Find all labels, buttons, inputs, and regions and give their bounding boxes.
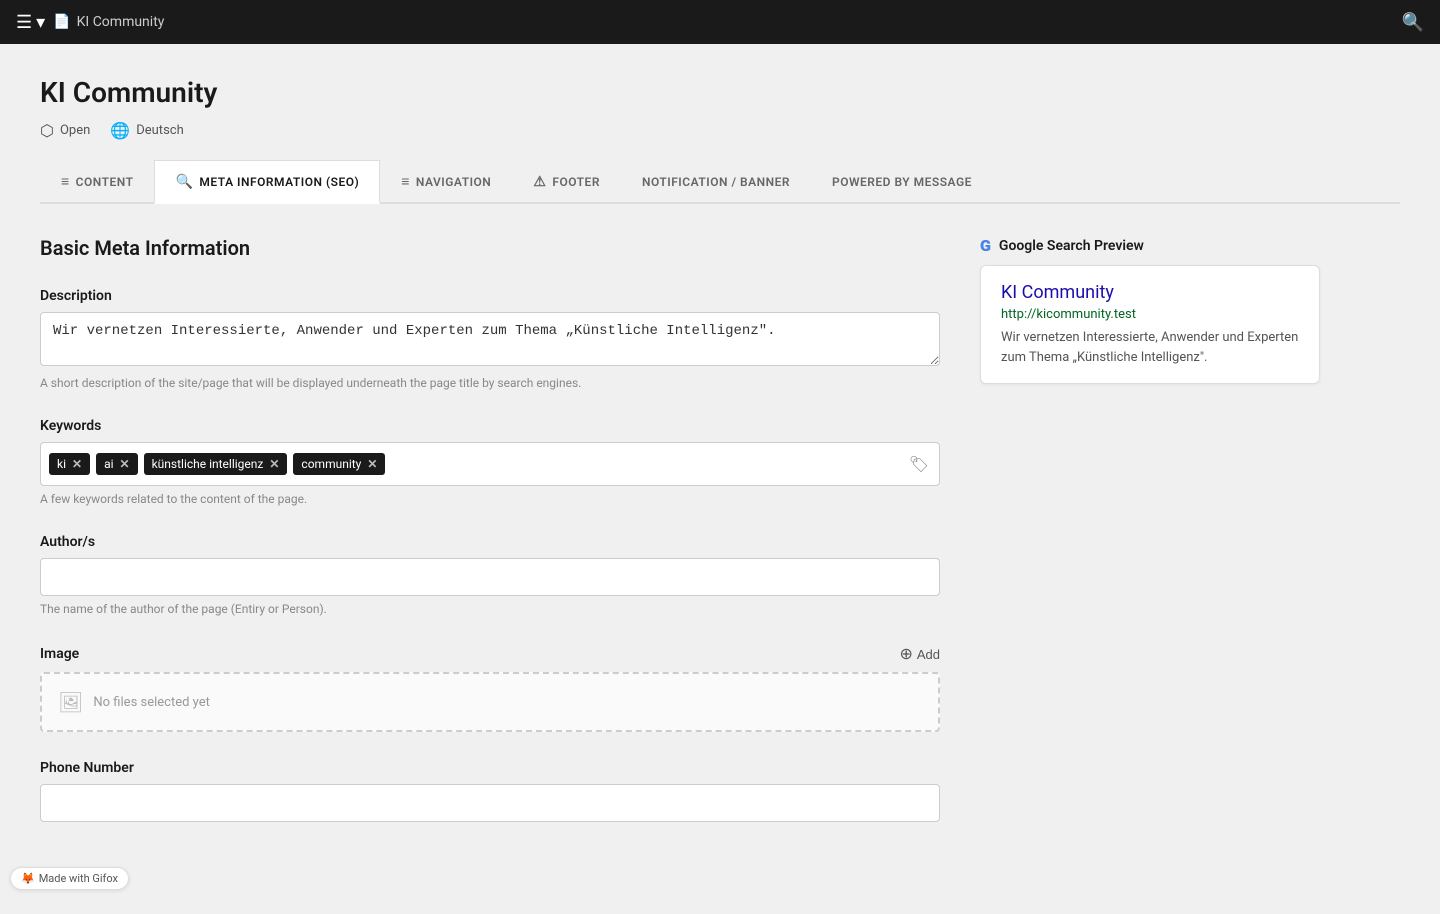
keyword-tag-ki: ki ✕ [49, 453, 90, 475]
remove-kunstliche-button[interactable]: ✕ [269, 457, 279, 471]
google-preview-section: G Google Search Preview KI Community htt… [980, 236, 1320, 850]
globe-icon: 🌐 [110, 121, 130, 140]
google-preview-card: KI Community http://kicommunity.test Wir… [980, 265, 1320, 384]
author-label: Author/s [40, 534, 940, 550]
keywords-container[interactable]: ki ✕ ai ✕ künstliche intelligenz ✕ commu… [40, 442, 940, 486]
gifox-badge: 🦊 Made with Gifox [10, 867, 129, 890]
google-result-url: http://kicommunity.test [1001, 307, 1299, 322]
form-section: Basic Meta Information Description Wir v… [40, 236, 940, 850]
page-title: KI Community [40, 76, 1400, 109]
image-placeholder-icon: 🖼 [58, 690, 83, 714]
menu-button[interactable]: ☰ ▾ [16, 12, 45, 33]
open-status[interactable]: ⬡ Open [40, 121, 90, 140]
no-files-label: No files selected yet [93, 695, 210, 710]
add-label: Add [917, 647, 940, 662]
notification-tab-label: NOTIFICATION / BANNER [642, 175, 790, 189]
tab-content[interactable]: ≡ CONTENT [40, 160, 154, 202]
tab-powered[interactable]: POWERED BY MESSAGE [811, 160, 993, 202]
description-hint: A short description of the site/page tha… [40, 376, 940, 390]
search-button[interactable]: 🔍 [1402, 12, 1424, 33]
keyword-community-text: community [301, 457, 361, 471]
keyword-tag-ai: ai ✕ [96, 453, 138, 475]
content-tab-icon: ≡ [61, 173, 70, 190]
google-result-description: Wir vernetzen Interessierte, Anwender un… [1001, 328, 1299, 367]
keywords-hint: A few keywords related to the content of… [40, 492, 940, 506]
remove-community-button[interactable]: ✕ [367, 457, 377, 471]
tab-footer[interactable]: ⚠ FOOTER [512, 160, 621, 202]
google-preview-container: G Google Search Preview KI Community htt… [980, 236, 1320, 384]
meta-tab-icon: 🔍 [175, 174, 193, 190]
footer-tab-label: FOOTER [552, 175, 600, 189]
breadcrumb: 📄 KI Community [53, 14, 164, 30]
google-result-title[interactable]: KI Community [1001, 282, 1299, 303]
open-label: Open [60, 123, 90, 138]
keyword-ki-text: ki [57, 457, 66, 471]
description-field: Description Wir vernetzen Interessierte,… [40, 288, 940, 390]
phone-field: Phone Number [40, 760, 940, 822]
description-input[interactable]: Wir vernetzen Interessierte, Anwender un… [40, 312, 940, 366]
topbar-left: ☰ ▾ 📄 KI Community [16, 12, 164, 33]
language-label: Deutsch [136, 123, 184, 138]
doc-icon: 📄 [53, 14, 70, 30]
content-tab-label: CONTENT [76, 175, 134, 189]
add-image-button[interactable]: ⊕ Add [899, 644, 940, 664]
powered-tab-label: POWERED BY MESSAGE [832, 175, 972, 189]
author-hint: The name of the author of the page (Enti… [40, 602, 940, 616]
google-preview-title: Google Search Preview [999, 238, 1144, 254]
keywords-field: Keywords ki ✕ ai ✕ künstliche intelligen… [40, 418, 940, 506]
keyword-ai-text: ai [104, 457, 113, 471]
remove-ai-button[interactable]: ✕ [120, 457, 130, 471]
nav-tab-icon: ≡ [401, 173, 410, 190]
plus-icon: ⊕ [899, 644, 912, 664]
keywords-label: Keywords [40, 418, 940, 434]
tab-navigation[interactable]: ≡ NAVIGATION [380, 160, 512, 202]
status-row: ⬡ Open 🌐 Deutsch [40, 121, 1400, 140]
gifox-icon: 🦊 [21, 872, 35, 885]
author-field: Author/s The name of the author of the p… [40, 534, 940, 616]
tab-bar: ≡ CONTENT 🔍 META INFORMATION (SEO) ≡ NAV… [40, 160, 1400, 204]
topbar: ☰ ▾ 📄 KI Community 🔍 [0, 0, 1440, 44]
open-icon: ⬡ [40, 121, 54, 140]
phone-label: Phone Number [40, 760, 940, 776]
tag-icon: 🏷 [909, 455, 929, 474]
language-status[interactable]: 🌐 Deutsch [110, 121, 183, 140]
tab-notification[interactable]: NOTIFICATION / BANNER [621, 160, 811, 202]
breadcrumb-title: KI Community [77, 14, 165, 30]
keyword-tag-community: community ✕ [293, 453, 385, 475]
tab-meta[interactable]: 🔍 META INFORMATION (SEO) [154, 160, 380, 204]
google-preview-header: G Google Search Preview [980, 236, 1320, 255]
nav-tab-label: NAVIGATION [416, 175, 491, 189]
footer-tab-icon: ⚠ [533, 174, 546, 190]
description-label: Description [40, 288, 940, 304]
keyword-kunstliche-text: künstliche intelligenz [152, 457, 264, 471]
remove-ki-button[interactable]: ✕ [72, 457, 82, 471]
image-field-header: Image ⊕ Add [40, 644, 940, 664]
google-g-icon: G [980, 236, 991, 255]
main-container: KI Community ⬡ Open 🌐 Deutsch ≡ CONTENT … [0, 44, 1440, 914]
image-label: Image [40, 646, 79, 662]
keyword-tag-kunstliche: künstliche intelligenz ✕ [144, 453, 288, 475]
author-input[interactable] [40, 558, 940, 596]
chevron-icon: ▾ [36, 12, 45, 33]
phone-input[interactable] [40, 784, 940, 822]
image-upload-area[interactable]: 🖼 No files selected yet [40, 672, 940, 732]
hamburger-icon: ☰ [16, 12, 32, 33]
gifox-label: Made with Gifox [39, 872, 118, 885]
section-heading: Basic Meta Information [40, 236, 940, 260]
image-field: Image ⊕ Add 🖼 No files selected yet [40, 644, 940, 732]
content-panel: Basic Meta Information Description Wir v… [40, 204, 1400, 882]
meta-tab-label: META INFORMATION (SEO) [199, 175, 359, 189]
